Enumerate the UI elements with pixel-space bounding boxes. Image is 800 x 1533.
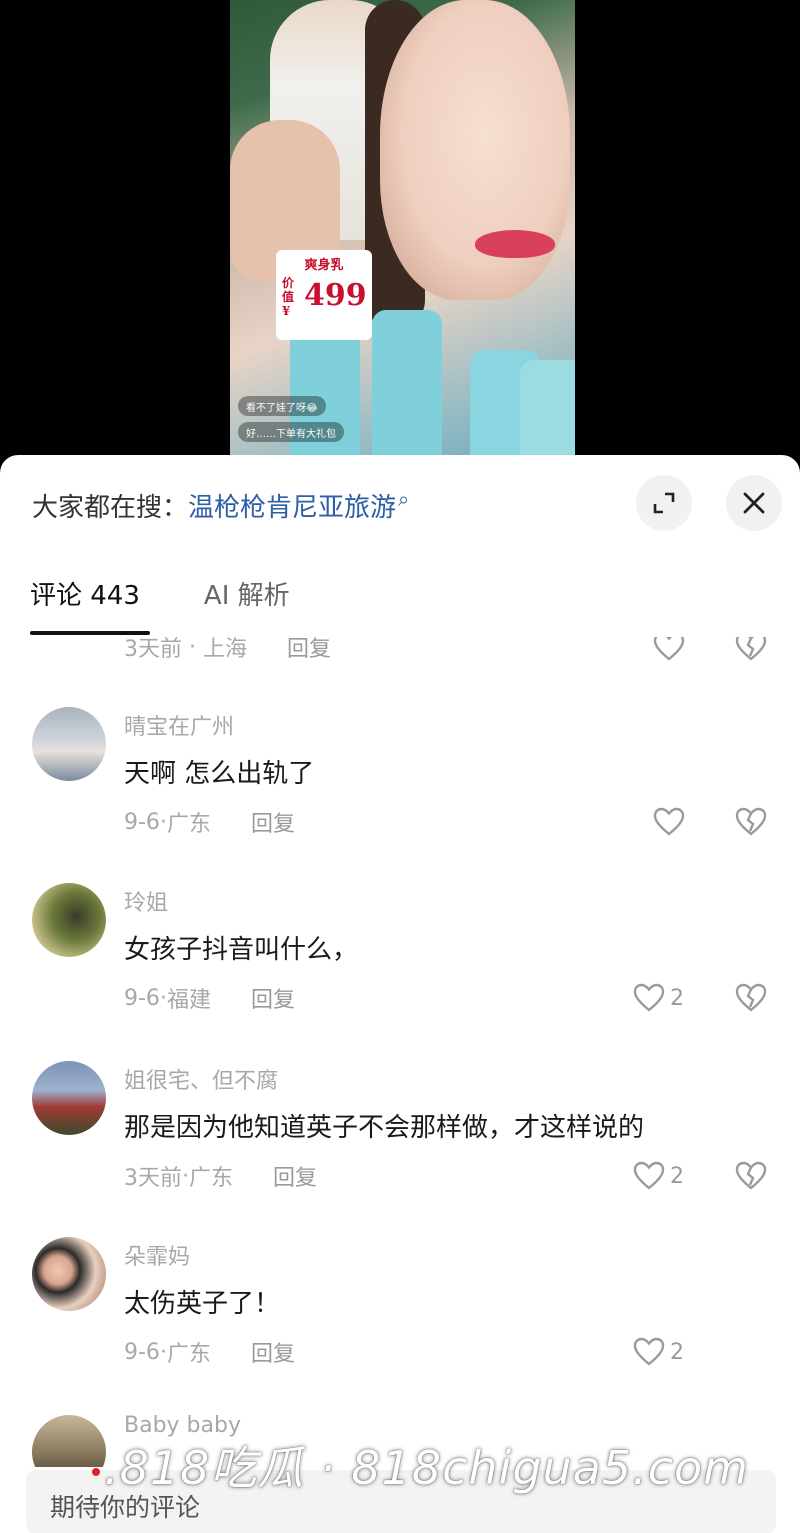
comment-time: 9-6	[124, 809, 160, 835]
tab-comments[interactable]: 评论 443	[30, 575, 150, 635]
comment-meta: 9-6 · 福建 回复	[124, 982, 295, 1014]
live-comment: 看不了娃了呀😂	[238, 396, 326, 416]
comment-text: 那是因为他知道英子不会那样做，才这样说的	[124, 1113, 645, 1143]
broken-heart-icon[interactable]	[734, 637, 768, 664]
video-player[interactable]: 爽身乳 价值¥ 499 看不了娃了呀😂 好……下单有大礼包	[0, 0, 800, 470]
like-button[interactable]: 2	[632, 981, 684, 1015]
comment-username[interactable]: 姐很宅、但不腐	[124, 1063, 278, 1095]
heart-icon[interactable]	[652, 637, 686, 664]
comment-meta: 9-6 · 广东 回复	[124, 1336, 295, 1368]
comment-username[interactable]: 朵霏妈	[124, 1239, 190, 1271]
price-tag-label: 价值¥	[282, 276, 295, 318]
like-count: 2	[670, 985, 684, 1011]
comment-username[interactable]: 晴宝在广州	[124, 709, 234, 741]
bottle	[372, 310, 442, 470]
reply-button[interactable]: 回复	[273, 1160, 317, 1192]
search-prefix: 大家都在搜：	[32, 492, 189, 523]
like-button[interactable]: 2	[632, 1335, 684, 1369]
like-count: 2	[670, 1163, 684, 1189]
lips	[475, 230, 555, 258]
comment-location: 广东	[166, 812, 211, 837]
price-tag: 爽身乳 价值¥ 499	[276, 250, 372, 340]
comment-location: 上海	[202, 637, 247, 662]
reply-button[interactable]: 回复	[287, 637, 331, 663]
price-tag-title: 爽身乳	[304, 258, 344, 273]
comment-text: 太伤英子了！	[124, 1289, 281, 1319]
avatar[interactable]	[32, 883, 106, 957]
comment-meta: 3天前 · 广东 回复	[124, 1160, 317, 1192]
broken-heart-icon[interactable]	[734, 981, 768, 1015]
search-icon: ⌕	[398, 487, 410, 511]
reply-button[interactable]: 回复	[251, 806, 295, 838]
close-icon	[743, 492, 765, 514]
heart-icon	[633, 983, 665, 1012]
comment-location: 福建	[166, 988, 211, 1013]
comment-list[interactable]: 3天前 · 上海 回复 晴宝在广州 天啊 怎么出轨了 9-6 · 广东 回复 玲…	[0, 637, 800, 1467]
like-button[interactable]: 2	[632, 1159, 684, 1193]
tab-underline	[30, 631, 150, 635]
reply-button[interactable]: 回复	[251, 1336, 295, 1368]
like-count: 2	[670, 1339, 684, 1365]
reply-button[interactable]: 回复	[251, 982, 295, 1014]
comment-time: 3天前	[124, 1166, 182, 1191]
comment-meta: 3天前 · 上海 回复	[124, 637, 331, 662]
comment-meta: 9-6 · 广东 回复	[124, 806, 295, 838]
broken-heart-icon[interactable]	[734, 1159, 768, 1193]
avatar[interactable]	[32, 1061, 106, 1135]
avatar[interactable]	[32, 1237, 106, 1311]
search-term-link[interactable]: 温枪枪肯尼亚旅游	[188, 487, 396, 524]
watermark: .818吃瓜 · 818chigua5.com	[92, 1432, 749, 1498]
watermark-text: .818吃瓜 · 818chigua5.com	[104, 1441, 749, 1495]
avatar[interactable]	[32, 707, 106, 781]
video-frame: 爽身乳 价值¥ 499 看不了娃了呀😂 好……下单有大礼包	[230, 0, 575, 470]
close-button[interactable]	[726, 475, 782, 531]
expand-button[interactable]	[636, 475, 692, 531]
tab-ai-analysis[interactable]: AI 解析	[204, 575, 290, 635]
comment-username[interactable]: 玲姐	[124, 885, 168, 917]
heart-icon	[633, 1337, 665, 1366]
live-comment: 好……下单有大礼包	[238, 422, 344, 442]
tab-label: AI 解析	[203, 581, 290, 611]
bottle	[290, 320, 360, 470]
comment-text: 天啊 怎么出轨了	[124, 759, 315, 789]
trending-search[interactable]: 大家都在搜： 温枪枪肯尼亚旅游 ⌕	[32, 485, 409, 525]
broken-heart-icon[interactable]	[734, 805, 768, 839]
comment-location: 广东	[189, 1166, 234, 1191]
tab-label: 评论 443	[30, 581, 140, 611]
comment-location: 广东	[166, 1342, 211, 1367]
bottle	[520, 360, 575, 470]
tab-bar: 评论 443 AI 解析	[30, 575, 354, 635]
comment-time: 3天前	[124, 637, 182, 662]
heart-icon	[633, 1161, 665, 1190]
price-tag-value: 499	[304, 278, 367, 313]
comment-time: 9-6	[124, 985, 160, 1011]
expand-icon	[653, 492, 675, 514]
heart-icon[interactable]	[652, 805, 686, 839]
comment-text: 女孩子抖音叫什么，	[124, 935, 359, 965]
comment-sheet: 大家都在搜： 温枪枪肯尼亚旅游 ⌕ 评论 443 AI 解析 3天前 · 上海	[0, 455, 800, 1533]
comment-time: 9-6	[124, 1339, 160, 1365]
